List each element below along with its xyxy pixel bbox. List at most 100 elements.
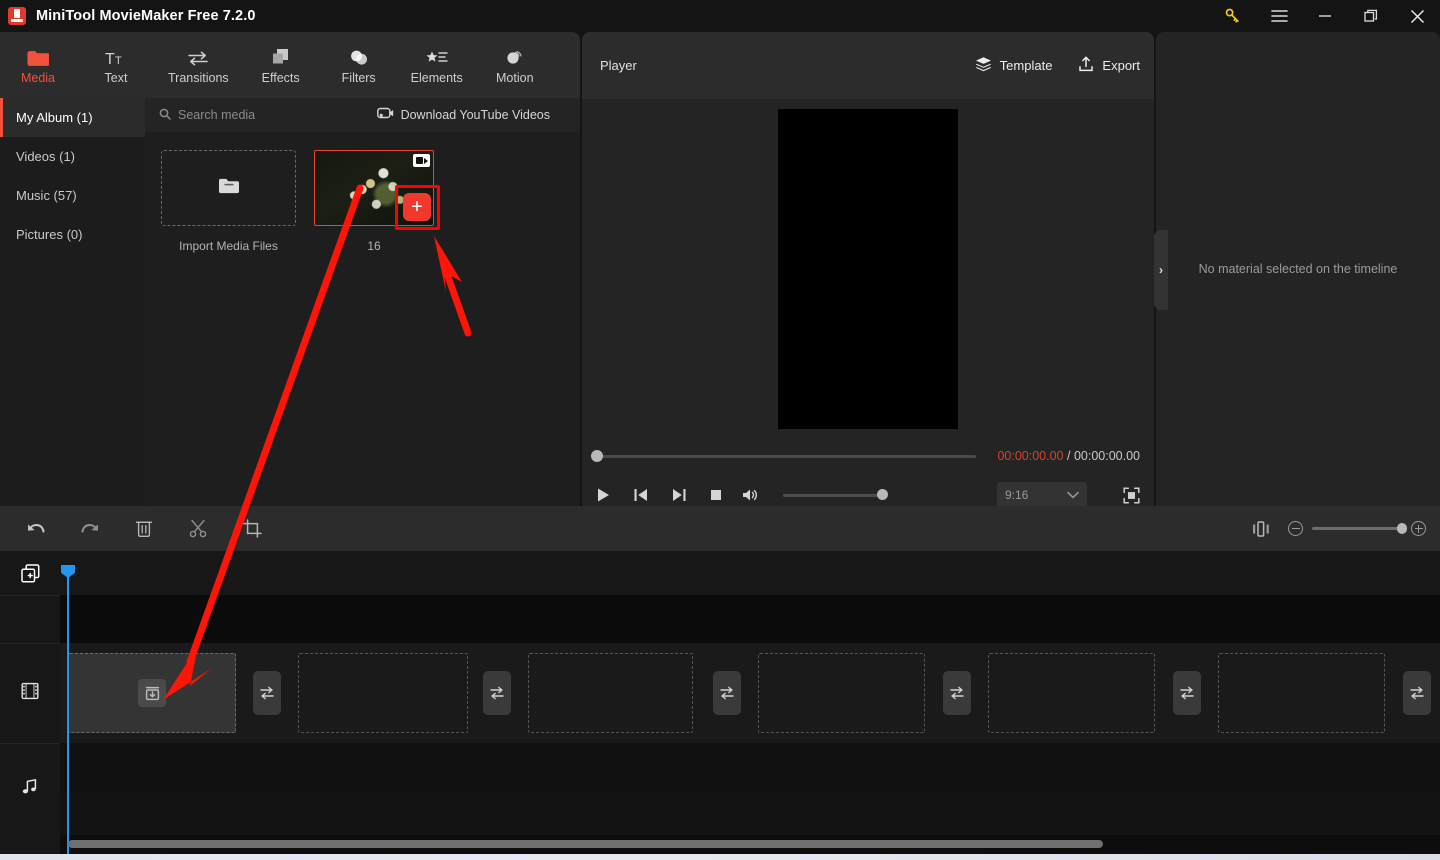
- transition-slot-button[interactable]: [943, 671, 971, 715]
- tab-effects[interactable]: Effects: [249, 32, 313, 98]
- timeline-clip-slot[interactable]: [298, 653, 468, 733]
- media-grid: Import Media Files + 16: [145, 132, 580, 253]
- import-media-label: Import Media Files: [179, 239, 278, 253]
- zoom-slider[interactable]: [1312, 523, 1407, 534]
- minimize-icon[interactable]: [1302, 0, 1348, 32]
- template-button[interactable]: Template: [975, 56, 1053, 75]
- sidebar-item-videos[interactable]: Videos (1): [0, 137, 145, 176]
- timeline-clip-slot[interactable]: [988, 653, 1155, 733]
- import-media-cell[interactable]: Import Media Files: [161, 150, 296, 253]
- timeline-ruler[interactable]: [60, 551, 1440, 595]
- zoom-out-icon[interactable]: [1288, 521, 1303, 536]
- menu-icon[interactable]: [1256, 0, 1302, 32]
- download-youtube-videos-button[interactable]: Download YouTube Videos: [376, 107, 550, 123]
- media-item[interactable]: + 16: [314, 150, 440, 253]
- total-time: 00:00:00.00: [1073, 449, 1140, 463]
- video-canvas[interactable]: [778, 109, 958, 429]
- audio-track-header[interactable]: [0, 743, 60, 835]
- volume-slider[interactable]: [783, 489, 888, 500]
- zoom-in-icon[interactable]: [1411, 521, 1426, 536]
- timeline-clip-slot[interactable]: [758, 653, 925, 733]
- add-media-icon[interactable]: [0, 551, 60, 595]
- library-search-row: Search media Download YouTube Videos: [145, 98, 580, 132]
- stop-button[interactable]: [709, 488, 723, 502]
- media-thumbnail-wrap[interactable]: +: [314, 150, 440, 230]
- redo-button[interactable]: [68, 506, 112, 551]
- effects-icon: [270, 45, 292, 67]
- fullscreen-icon[interactable]: [1123, 487, 1140, 504]
- aspect-ratio-select[interactable]: 9:16: [997, 482, 1087, 506]
- timeline-panel: [0, 551, 1440, 854]
- timeline-clip-slot[interactable]: [528, 653, 693, 733]
- panel-collapse-handle[interactable]: ›: [1154, 230, 1168, 310]
- app-window: MiniTool MovieMaker Free 7.2.0 Media T T…: [0, 0, 1440, 860]
- effect-track-row[interactable]: [60, 743, 1440, 792]
- zoom-handle[interactable]: [1396, 523, 1407, 534]
- export-button[interactable]: Export: [1078, 56, 1140, 75]
- main-tab-bar: Media T T Text Transitions Effects Filte…: [0, 32, 580, 98]
- search-icon: [159, 108, 171, 123]
- download-into-slot-icon[interactable]: [138, 679, 166, 707]
- play-button[interactable]: [596, 487, 611, 503]
- chevron-right-icon: ›: [1159, 263, 1163, 277]
- svg-text:T: T: [105, 51, 115, 67]
- delete-button[interactable]: [122, 506, 166, 551]
- film-icon: [21, 682, 39, 705]
- tab-label: Media: [20, 71, 56, 85]
- undo-button[interactable]: [14, 506, 58, 551]
- folder-open-icon: [217, 176, 241, 201]
- media-item-name: 16: [367, 239, 381, 253]
- tab-transitions[interactable]: Transitions: [162, 32, 235, 98]
- sidebar-item-music[interactable]: Music (57): [0, 176, 145, 215]
- music-note-icon: [21, 778, 39, 801]
- tab-filters[interactable]: Filters: [327, 32, 391, 98]
- maximize-icon[interactable]: [1348, 0, 1394, 32]
- volume-handle[interactable]: [877, 489, 888, 500]
- transition-slot-button[interactable]: [253, 671, 281, 715]
- audio-track-row[interactable]: [60, 792, 1440, 835]
- transition-slot-button[interactable]: [1403, 671, 1431, 715]
- key-icon[interactable]: [1210, 0, 1256, 32]
- tab-media[interactable]: Media: [6, 32, 70, 98]
- split-button[interactable]: [176, 506, 220, 551]
- tab-elements[interactable]: Elements: [405, 32, 469, 98]
- transition-slot-button[interactable]: [1173, 671, 1201, 715]
- video-track-header[interactable]: [0, 643, 60, 743]
- template-label: Template: [999, 58, 1053, 73]
- prev-frame-button[interactable]: [633, 487, 649, 503]
- tab-motion[interactable]: Motion: [483, 32, 547, 98]
- transition-slot-button[interactable]: [713, 671, 741, 715]
- add-to-timeline-button[interactable]: +: [403, 193, 431, 221]
- overlay-track-row[interactable]: [60, 595, 1440, 643]
- tab-label: Motion: [496, 71, 534, 85]
- elements-icon: [425, 45, 449, 67]
- text-icon: T T: [104, 45, 128, 67]
- category-label: Videos (1): [16, 149, 76, 164]
- svg-text:T: T: [115, 55, 122, 67]
- transition-slot-button[interactable]: [483, 671, 511, 715]
- import-media-dropzone[interactable]: [161, 150, 296, 226]
- volume-button[interactable]: [741, 487, 759, 503]
- fit-timeline-icon[interactable]: [1252, 520, 1270, 537]
- close-icon[interactable]: [1394, 0, 1440, 32]
- crop-button[interactable]: [230, 506, 274, 551]
- sidebar-item-my-album[interactable]: My Album (1): [0, 98, 145, 137]
- plus-icon: +: [411, 196, 423, 218]
- tab-text[interactable]: T T Text: [84, 32, 148, 98]
- sidebar-item-pictures[interactable]: Pictures (0): [0, 215, 145, 254]
- seek-handle[interactable]: [591, 450, 603, 462]
- timeline-clip-slot[interactable]: [68, 653, 236, 733]
- category-label: My Album (1): [16, 110, 93, 125]
- next-frame-button[interactable]: [671, 487, 687, 503]
- search-input[interactable]: Search media: [159, 108, 255, 123]
- timeline-horizontal-scrollbar[interactable]: [68, 840, 1103, 848]
- playhead[interactable]: [61, 565, 75, 854]
- video-track-row[interactable]: [60, 643, 1440, 743]
- seek-slider[interactable]: [591, 450, 976, 462]
- timeline-tracks-area: [60, 551, 1440, 854]
- tab-label: Text: [104, 71, 128, 85]
- timeline-clip-slot[interactable]: [1218, 653, 1385, 733]
- player-header: Player Template Export: [582, 32, 1154, 99]
- transitions-icon: [186, 45, 210, 67]
- window-title: MiniTool MovieMaker Free 7.2.0: [36, 8, 256, 24]
